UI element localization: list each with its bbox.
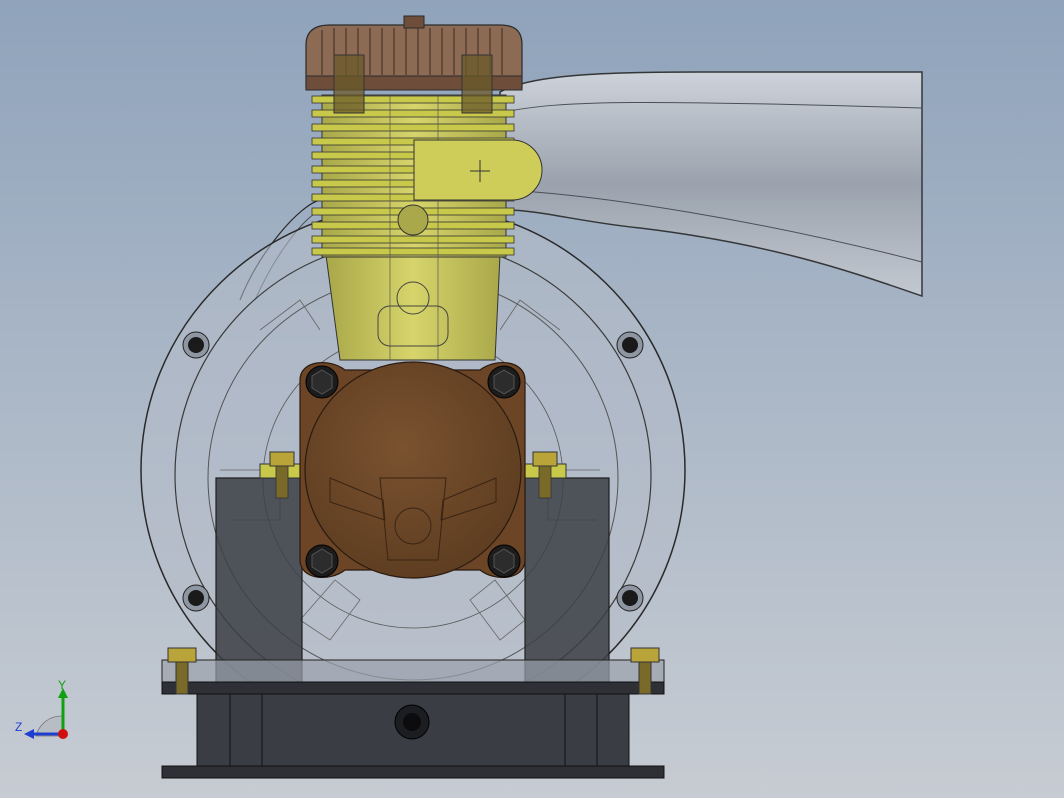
triad-z-label: Z xyxy=(15,720,23,734)
housing-bolt-bottom-right[interactable] xyxy=(616,584,644,612)
triad-axes-icon xyxy=(24,688,68,739)
cover-bolt-top-left[interactable] xyxy=(305,365,339,399)
housing-bolt-bottom-left[interactable] xyxy=(182,584,210,612)
reference-triad: Y Z xyxy=(10,676,80,746)
housing-bolt-top-right[interactable] xyxy=(616,331,644,359)
cylinder-block[interactable] xyxy=(311,94,515,361)
triad-y-label: Y xyxy=(58,678,67,692)
mount-bracket-right[interactable] xyxy=(521,451,610,684)
housing-bolt-top-left[interactable] xyxy=(182,331,210,359)
crankcase-cover[interactable] xyxy=(299,361,526,579)
base-plate[interactable] xyxy=(161,659,665,779)
cover-bolt-top-right[interactable] xyxy=(487,365,521,399)
mount-bracket-left[interactable] xyxy=(215,451,305,684)
cad-graphics-viewport[interactable]: Y Z xyxy=(0,0,1064,798)
cover-bolt-bottom-right[interactable] xyxy=(487,544,521,578)
exhaust-port[interactable] xyxy=(413,139,543,201)
cover-bolt-bottom-left[interactable] xyxy=(305,544,339,578)
engine-assembly-model[interactable] xyxy=(0,0,1064,798)
